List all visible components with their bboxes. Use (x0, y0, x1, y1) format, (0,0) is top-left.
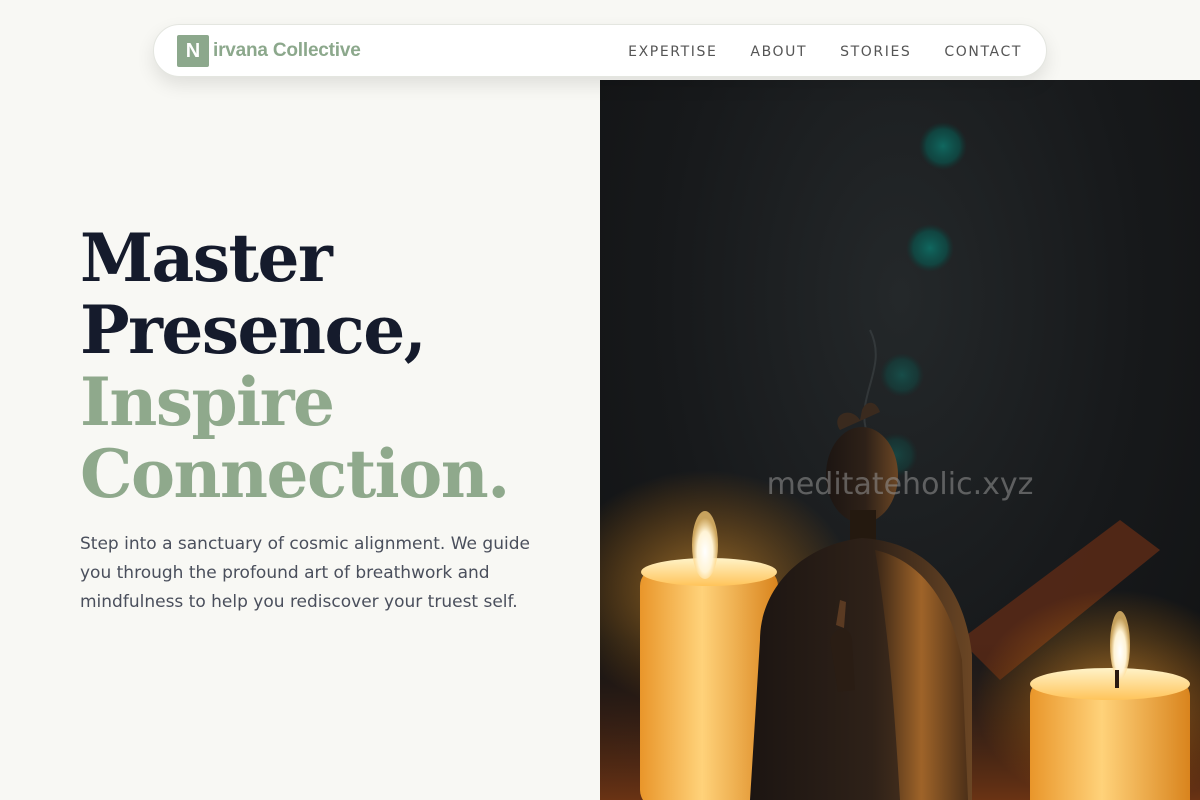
hero-headline: Master Presence, Inspire Connection. (80, 219, 510, 513)
hero-subtitle: Step into a sanctuary of cosmic alignmen… (80, 534, 530, 612)
hero-image-buddha-candles: meditateholic.xyz (600, 80, 1200, 800)
nav-link-expertise[interactable]: EXPERTISE (628, 44, 717, 60)
brand-name: irvana Collective (213, 40, 361, 61)
brand-logo-link[interactable]: N irvana Collective (177, 35, 361, 67)
nav-links: EXPERTISE ABOUT STORIES CONTACT (628, 25, 1022, 78)
headline-line-connection: Connection. (80, 435, 510, 513)
nav-link-stories[interactable]: STORIES (840, 44, 911, 60)
nav-link-contact[interactable]: CONTACT (944, 44, 1022, 60)
headline-line-master: Master (80, 219, 333, 297)
navbar: N irvana Collective EXPERTISE ABOUT STOR… (153, 24, 1047, 77)
nav-link-about[interactable]: ABOUT (750, 44, 807, 60)
watermark-text: meditateholic.xyz (766, 467, 1034, 502)
logo-icon: N (177, 35, 209, 67)
headline-line-inspire: Inspire (80, 363, 335, 441)
buddha-candles-illustration (600, 122, 1200, 800)
headline-line-presence: Presence, (80, 291, 427, 369)
